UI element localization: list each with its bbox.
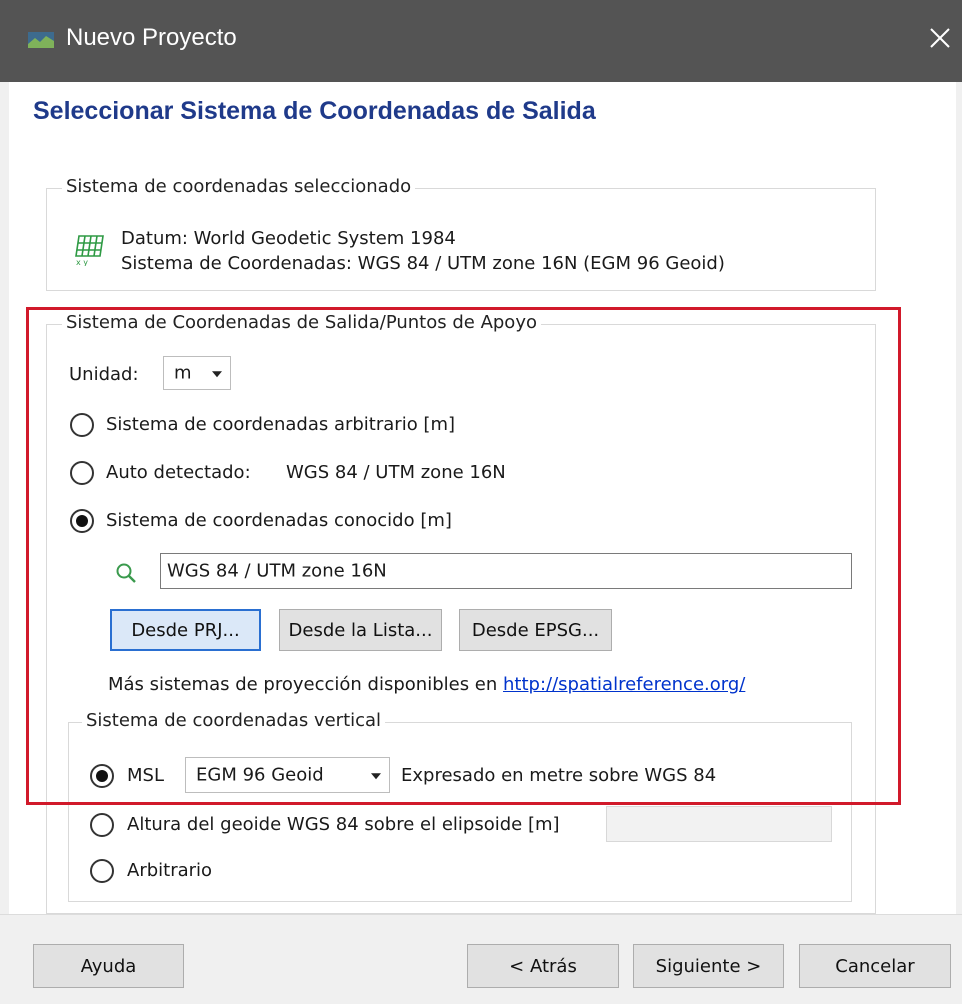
datum-text: Datum: World Geodetic System 1984 [121,228,456,249]
close-icon[interactable] [922,20,958,56]
cancel-button[interactable]: Cancelar [799,944,951,988]
help-button[interactable]: Ayuda [33,944,184,988]
window-title: Nuevo Proyecto [66,24,237,51]
radio-geoid-height-label[interactable]: Altura del geoide WGS 84 sobre el elipso… [127,814,560,835]
geoid-height-input [606,806,832,842]
highlight-box [26,307,901,805]
app-icon [28,32,54,48]
svg-text:x y: x y [76,258,88,266]
radio-arbitrary-vertical-label[interactable]: Arbitrario [127,860,212,881]
next-button[interactable]: Siguiente > [633,944,784,988]
right-frame [956,82,962,914]
selected-cs-caption: Sistema de coordenadas seleccionado [62,176,416,197]
cs-text: Sistema de Coordenadas: WGS 84 / UTM zon… [121,253,725,274]
back-button[interactable]: < Atrás [467,944,619,988]
page-title: Seleccionar Sistema de Coordenadas de Sa… [33,97,596,125]
radio-arbitrary-vertical[interactable] [90,859,114,883]
coordinate-grid-icon: x y [75,235,104,266]
radio-geoid-height[interactable] [90,813,114,837]
left-frame [0,82,9,914]
